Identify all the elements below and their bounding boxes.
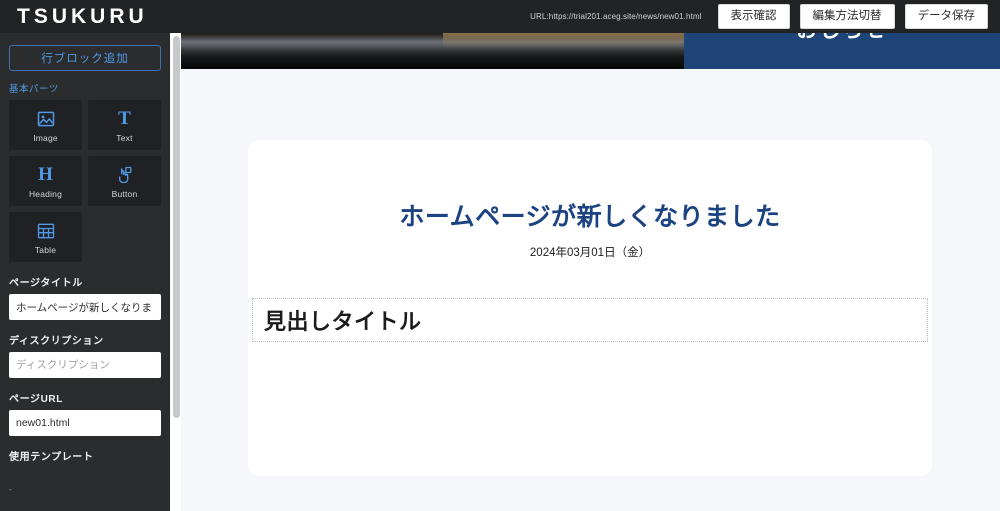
template-value: - <box>9 485 161 494</box>
site-banner: おしらせ <box>181 33 1000 69</box>
page-url-label-sidebar: ページURL <box>9 390 161 405</box>
article-card: ホームページが新しくなりました 2024年03月01日（金） 見出しタイトル <box>248 140 932 476</box>
basic-parts-grid: Image T Text H Heading <box>9 100 161 262</box>
add-row-block-button[interactable]: 行ブロック追加 <box>9 45 161 71</box>
banner-photo <box>181 33 684 69</box>
part-label-table: Table <box>35 245 56 255</box>
article-title: ホームページが新しくなりました <box>248 197 932 233</box>
heading-icon: H <box>38 164 53 186</box>
preview-button[interactable]: 表示確認 <box>718 4 790 29</box>
part-label-image: Image <box>33 133 58 143</box>
part-tile-table[interactable]: Table <box>9 212 82 262</box>
basic-parts-label: 基本パーツ <box>9 81 161 95</box>
part-tile-image[interactable]: Image <box>9 100 82 150</box>
part-tile-text[interactable]: T Text <box>88 100 161 150</box>
editable-heading-block[interactable]: 見出しタイトル <box>252 298 928 342</box>
top-bar-actions: URL:https://trial201.aceg.site/news/new0… <box>530 4 1000 29</box>
article-date: 2024年03月01日（金） <box>248 244 932 260</box>
page-url-label: URL:https://trial201.aceg.site/news/new0… <box>530 12 701 21</box>
part-tile-button[interactable]: Button <box>88 156 161 206</box>
banner-title-block: おしらせ <box>684 33 1000 69</box>
text-icon: T <box>118 108 131 130</box>
page-url-input[interactable] <box>9 410 161 436</box>
part-tile-heading[interactable]: H Heading <box>9 156 82 206</box>
edit-mode-toggle-button[interactable]: 編集方法切替 <box>800 4 895 29</box>
app-root: TSUKURU URL:https://trial201.aceg.site/n… <box>0 0 1000 511</box>
part-label-button: Button <box>112 189 138 199</box>
top-bar: TSUKURU URL:https://trial201.aceg.site/n… <box>0 0 1000 33</box>
part-label-text: Text <box>116 133 132 143</box>
page-title-label: ページタイトル <box>9 274 161 289</box>
description-input[interactable] <box>9 352 161 378</box>
sidebar: 行ブロック追加 基本パーツ Image T Text H Hea <box>0 33 170 511</box>
sidebar-scrollbar-thumb[interactable] <box>173 36 180 418</box>
preview-canvas: おしらせ ホームページが新しくなりました 2024年03月01日（金） 見出しタ… <box>181 33 1000 511</box>
button-cursor-icon <box>115 164 135 186</box>
page-title-input[interactable] <box>9 294 161 320</box>
save-data-button[interactable]: データ保存 <box>905 4 989 29</box>
image-icon <box>36 108 56 130</box>
heading-block-text: 見出しタイトル <box>264 304 422 336</box>
description-label: ディスクリプション <box>9 332 161 347</box>
banner-heading: おしらせ <box>796 33 888 44</box>
part-label-heading: Heading <box>29 189 62 199</box>
table-icon <box>36 220 56 242</box>
app-logo: TSUKURU <box>0 6 148 27</box>
template-label: 使用テンプレート <box>9 448 161 463</box>
